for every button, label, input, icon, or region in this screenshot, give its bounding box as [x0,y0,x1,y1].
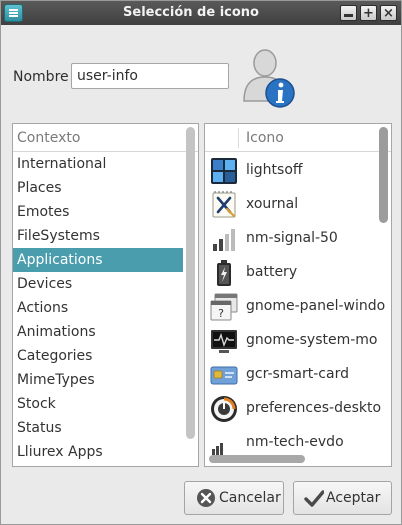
icon-horizontal-scrollbar[interactable] [209,455,305,463]
context-item-categories[interactable]: Categories [13,344,183,368]
icon-name-label: gnome-panel-windo [246,298,386,314]
user-info-icon [243,49,295,108]
context-item-lliurex-apps[interactable]: Lliurex Apps [13,440,183,464]
accept-button[interactable]: Aceptar [293,481,392,515]
icon-column-label: Icono [246,130,284,146]
icon-selection-dialog: Selección de icono + × Nombre Contexto I… [0,0,402,525]
context-item-mimetypes[interactable]: MimeTypes [13,368,183,392]
context-item-animations[interactable]: Animations [13,320,183,344]
tech-evdo-icon [212,443,223,455]
cancel-icon [197,489,215,507]
cancel-button[interactable]: Cancelar [184,481,284,515]
cancel-button-label: Cancelar [219,490,281,506]
smart-card-icon [210,366,238,385]
icon-list-pane[interactable]: Icono lightsoff xournal nm-signal-50 bat… [204,123,392,467]
icon-name-label: gnome-system-mo [246,332,378,348]
window-title: Selección de icono [123,5,259,20]
checkmark-icon [304,490,324,507]
close-icon[interactable]: × [380,5,397,21]
icon-column-header[interactable]: Icono [205,124,391,152]
icon-name-label: xournal [246,196,299,212]
context-item-status[interactable]: Status [13,416,183,440]
context-list-pane[interactable]: Contexto International Places Emotes Fil… [12,123,199,467]
icon-vertical-scrollbar[interactable] [379,127,388,223]
signal-icon [213,229,235,251]
context-item-international[interactable]: International [13,152,183,176]
icon-row-gnome-system-monitor[interactable]: gnome-system-mo [205,323,378,357]
title-bar[interactable]: Selección de icono + × [1,1,401,25]
maximize-icon[interactable]: + [360,5,377,21]
system-monitor-icon [211,330,237,353]
context-item-devices[interactable]: Devices [13,272,183,296]
context-item-filesystems[interactable]: FileSystems [13,224,183,248]
accept-button-label: Aceptar [326,490,381,506]
icon-list: lightsoff xournal nm-signal-50 battery ?… [205,153,385,459]
icon-row-battery[interactable]: battery [205,255,377,289]
icon-row-gcr-smart-card[interactable]: gcr-smart-card [205,357,377,391]
context-item-actions[interactable]: Actions [13,296,183,320]
name-input[interactable] [71,63,229,89]
svg-text:?: ? [218,307,224,320]
header-separator [238,128,239,148]
icon-row-lightsoff[interactable]: lightsoff [205,153,377,187]
lightsoff-icon [211,158,237,184]
icon-row-nm-signal-50[interactable]: nm-signal-50 [205,221,377,255]
context-list: International Places Emotes FileSystems … [13,152,183,464]
icon-name-label: preferences-deskto [246,400,382,416]
name-label: Nombre [13,69,69,85]
xournal-icon [212,191,236,218]
icon-name-label: nm-tech-evdo [246,434,344,450]
icon-name-label: nm-signal-50 [246,230,338,246]
preferences-desktop-icon [211,396,237,422]
context-item-emotes[interactable]: Emotes [13,200,183,224]
context-item-stock[interactable]: Stock [13,392,183,416]
icon-row-preferences-desktop[interactable]: preferences-deskto [205,391,381,425]
context-item-applications[interactable]: Applications [13,248,183,272]
icon-row-nm-tech-evdo[interactable]: nm-tech-evdo [205,425,377,459]
icon-row-gnome-panel-window[interactable]: ? gnome-panel-windo [205,289,385,323]
context-vertical-scrollbar[interactable] [186,127,195,439]
context-item-places[interactable]: Places [13,176,183,200]
icon-name-label: lightsoff [246,162,303,178]
panel-window-icon: ? [210,293,238,321]
icon-row-xournal[interactable]: xournal [205,187,377,221]
icon-name-label: battery [246,264,298,280]
context-column-header[interactable]: Contexto [13,124,198,152]
minimize-icon[interactable] [340,5,357,21]
battery-icon [217,260,231,286]
icon-name-label: gcr-smart-card [246,366,349,382]
